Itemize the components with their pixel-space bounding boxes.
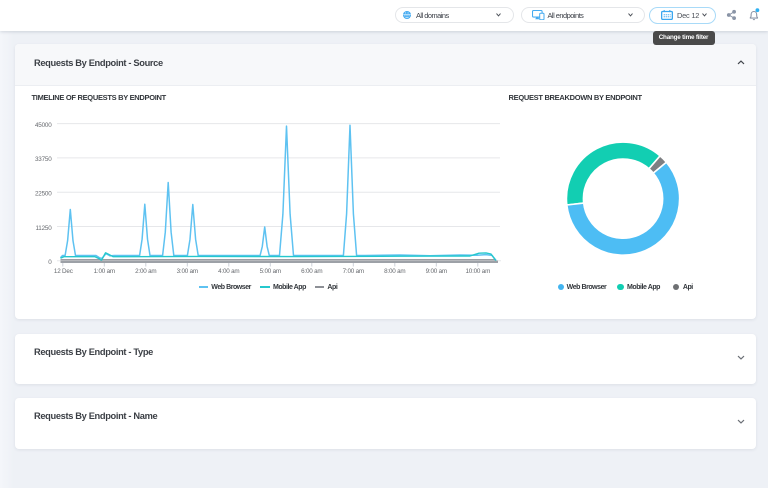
- svg-text:0: 0: [48, 259, 52, 266]
- svg-text:4:00 am: 4:00 am: [218, 268, 239, 275]
- svg-text:8:00 am: 8:00 am: [384, 268, 405, 275]
- svg-text:9:00 am: 9:00 am: [426, 268, 447, 275]
- svg-text:33750: 33750: [35, 156, 52, 163]
- svg-text:2:00 am: 2:00 am: [135, 268, 156, 275]
- svg-text:1:00 am: 1:00 am: [94, 268, 115, 275]
- svg-text:3:00 am: 3:00 am: [177, 268, 198, 275]
- svg-text:12 Dec: 12 Dec: [54, 268, 73, 275]
- svg-text:45000: 45000: [35, 122, 52, 129]
- svg-text:6:00 am: 6:00 am: [301, 268, 322, 275]
- svg-text:22500: 22500: [35, 191, 52, 198]
- svg-text:10:00 am: 10:00 am: [465, 268, 490, 275]
- svg-text:5:00 am: 5:00 am: [260, 268, 281, 275]
- svg-text:11250: 11250: [35, 225, 52, 232]
- svg-text:7:00 am: 7:00 am: [343, 268, 364, 275]
